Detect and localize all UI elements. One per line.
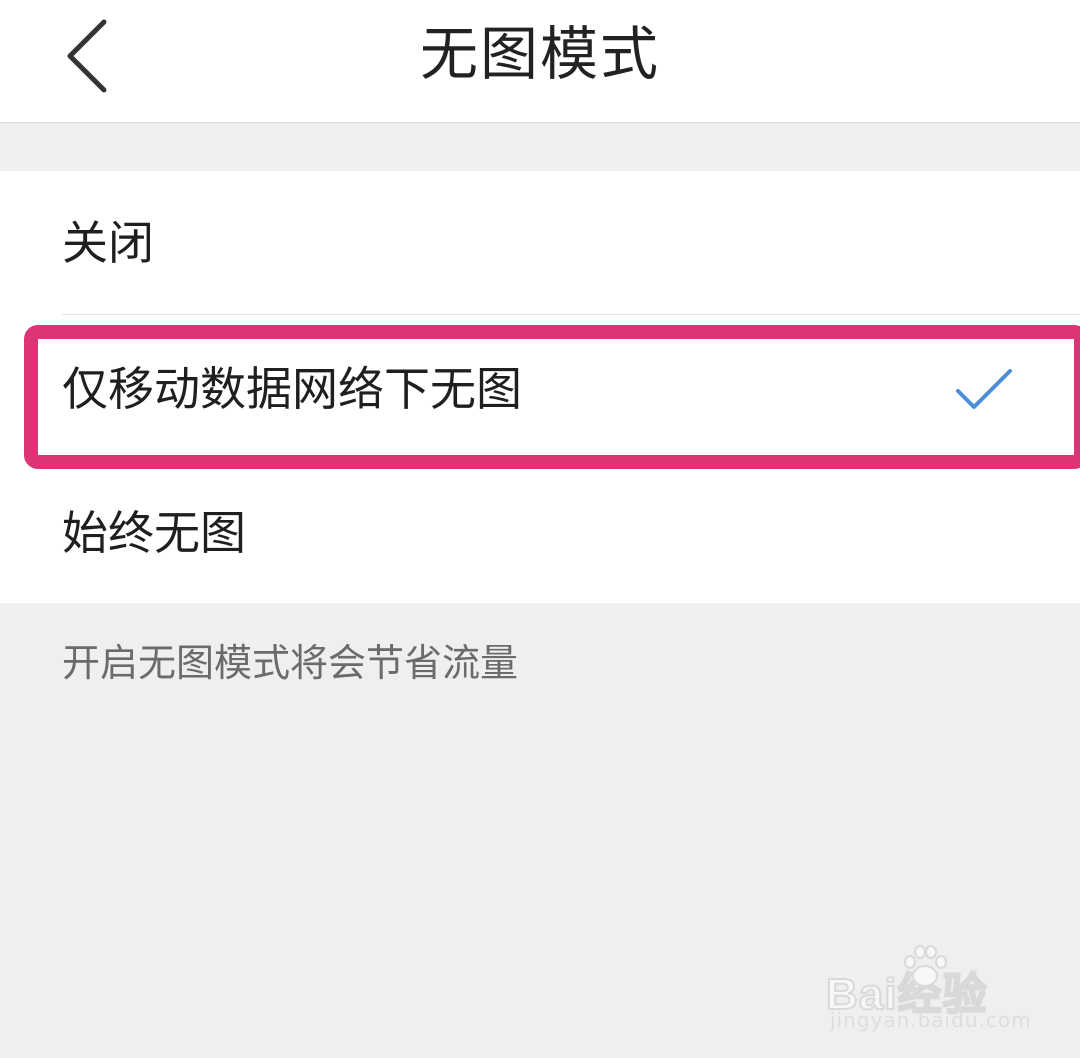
option-mobile-data-label: 仅移动数据网络下无图 <box>62 362 522 416</box>
option-always-label: 始终无图 <box>62 506 246 560</box>
page-title: 无图模式 <box>419 20 660 88</box>
option-list: 关闭 仅移动数据网络下无图 始终无图 <box>0 171 1080 603</box>
paw-icon <box>904 945 947 987</box>
checkmark-icon <box>956 369 1012 409</box>
option-always-no-images[interactable]: 始终无图 <box>0 459 1080 603</box>
header-bar: 无图模式 <box>0 0 1080 123</box>
baidu-jingyan-watermark: Bai经验 jingyan.baidu.com <box>825 942 1046 1042</box>
watermark-url: jingyan.baidu.com <box>830 1008 1032 1032</box>
option-off-label: 关闭 <box>62 216 154 270</box>
option-off[interactable]: 关闭 <box>0 171 1080 315</box>
option-mobile-data-no-images[interactable]: 仅移动数据网络下无图 <box>0 315 1080 459</box>
hint-text: 开启无图模式将会节省流量 <box>62 641 519 685</box>
